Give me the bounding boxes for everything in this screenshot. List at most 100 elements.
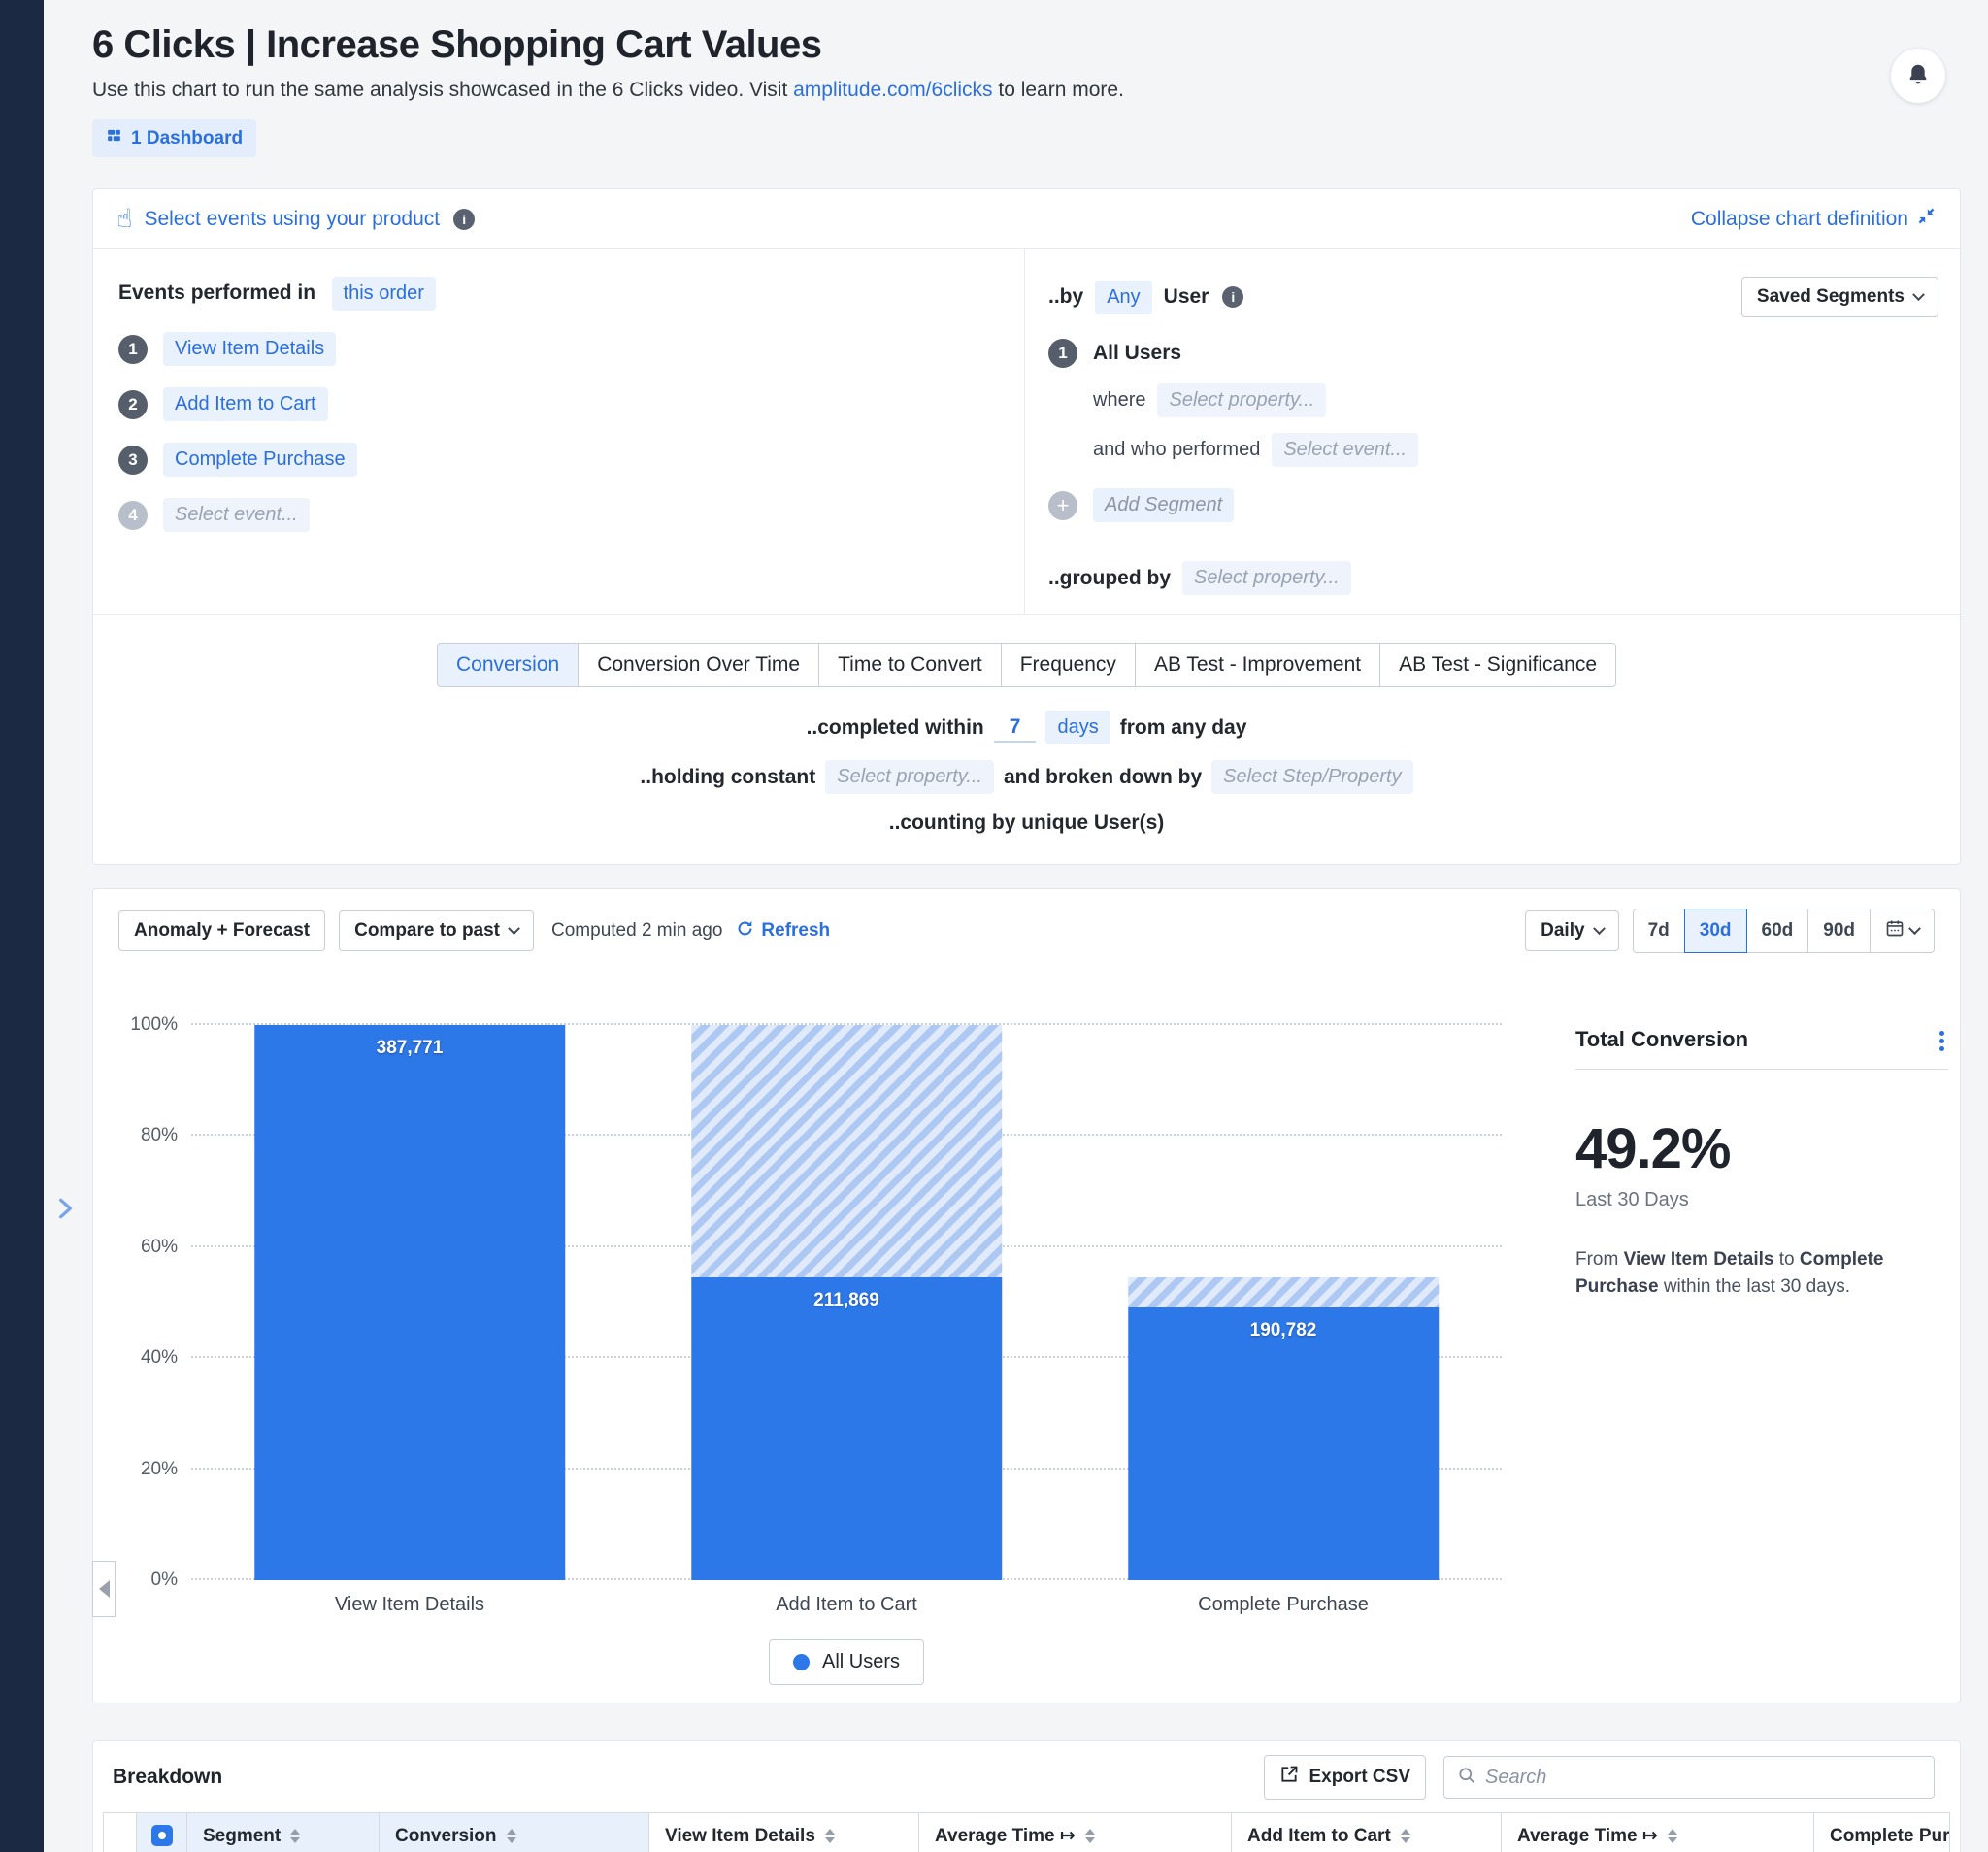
range-7d-button[interactable]: 7d	[1633, 909, 1685, 953]
any-user-chip[interactable]: Any	[1095, 281, 1151, 314]
counting-by-label: ..counting by unique User(s)	[889, 811, 1165, 835]
notifications-button[interactable]	[1891, 49, 1945, 103]
grouped-by-property-chip[interactable]: Select property...	[1182, 561, 1351, 595]
anomaly-forecast-button[interactable]: Anomaly + Forecast	[118, 910, 325, 951]
search-icon	[1457, 1766, 1476, 1790]
calendar-icon	[1885, 918, 1905, 943]
breakdown-search	[1443, 1756, 1935, 1799]
performed-label: and who performed	[1093, 439, 1260, 461]
funnel-slot: 211,869	[628, 1025, 1065, 1580]
event-order-chip[interactable]: this order	[332, 277, 436, 311]
collapse-chart-definition-link[interactable]: Collapse chart definition	[1691, 206, 1937, 232]
column-header-complete-purchase[interactable]: Complete Purchase	[1814, 1813, 1950, 1852]
tab-ab-test-significance[interactable]: AB Test - Significance	[1379, 643, 1616, 687]
event-step: 2 Add Item to Cart	[118, 387, 1005, 421]
holding-property-chip[interactable]: Select property...	[825, 760, 994, 794]
tab-time-to-convert[interactable]: Time to Convert	[818, 643, 1002, 687]
dashboard-badge[interactable]: 1 Dashboard	[92, 119, 256, 157]
select-events-link[interactable]: Select events using your product	[144, 208, 440, 231]
range-90d-button[interactable]: 90d	[1807, 909, 1871, 953]
tab-ab-test-improvement[interactable]: AB Test - Improvement	[1135, 643, 1380, 687]
series-color-header[interactable]	[137, 1813, 187, 1852]
sort-icon	[290, 1829, 300, 1843]
segments-panel: ..by Any User i Saved Segments 1 All Use…	[1025, 249, 1960, 614]
total-conversion-title: Total Conversion	[1575, 1027, 1748, 1052]
x-axis-label: Complete Purchase	[1065, 1594, 1502, 1616]
event-chip[interactable]: View Item Details	[163, 332, 336, 366]
segment-name[interactable]: All Users	[1093, 342, 1181, 365]
divider	[1575, 1069, 1948, 1070]
computed-timestamp: Computed 2 min ago	[551, 920, 722, 942]
where-label: where	[1093, 389, 1145, 412]
funnel-slot: 190,782	[1065, 1025, 1502, 1580]
custom-date-button[interactable]	[1870, 909, 1935, 953]
series-swatch-icon[interactable]	[151, 1825, 173, 1846]
funnel-bar[interactable]: 211,869	[691, 1277, 1002, 1580]
event-step: 3 Complete Purchase	[118, 443, 1005, 477]
column-header-average-time-2[interactable]: Average Time ↦	[1502, 1813, 1814, 1852]
range-60d-button[interactable]: 60d	[1746, 909, 1809, 953]
column-header-view-item-details[interactable]: View Item Details	[649, 1813, 919, 1852]
funnel-bar[interactable]: 190,782	[1128, 1307, 1439, 1580]
info-icon[interactable]: i	[453, 209, 475, 230]
window-value-input[interactable]: 7	[994, 713, 1037, 743]
gutter-cell	[104, 1813, 137, 1852]
holding-constant-label: ..holding constant	[640, 766, 815, 789]
funnel-plot: 100% 80% 60% 40% 20% 0% 387,771 211,869	[191, 1025, 1502, 1580]
chevron-down-icon	[1912, 288, 1925, 301]
select-event-chip[interactable]: Select event...	[163, 498, 310, 532]
breakdown-title: Breakdown	[113, 1766, 222, 1789]
x-axis-label: View Item Details	[191, 1594, 628, 1616]
kebab-menu-icon[interactable]	[1936, 1027, 1948, 1055]
search-input[interactable]	[1485, 1767, 1921, 1789]
add-segment-chip[interactable]: Add Segment	[1093, 488, 1234, 522]
saved-segments-button[interactable]: Saved Segments	[1741, 277, 1938, 317]
funnel-dropoff-area	[1128, 1277, 1439, 1307]
tab-conversion[interactable]: Conversion	[437, 643, 579, 687]
chevron-down-icon	[1593, 922, 1606, 935]
window-unit-chip[interactable]: days	[1045, 711, 1110, 744]
range-30d-button[interactable]: 30d	[1684, 909, 1747, 953]
main-content: 6 Clicks | Increase Shopping Cart Values…	[44, 0, 1988, 1852]
export-icon	[1279, 1765, 1299, 1790]
funnel-dropoff-area	[691, 1025, 1002, 1277]
arrow-left-icon	[99, 1580, 110, 1598]
chart-definition-card: ☝ Select events using your product i Col…	[92, 188, 1961, 865]
event-chip[interactable]: Add Item to Cart	[163, 387, 328, 421]
x-axis-label: Add Item to Cart	[628, 1594, 1065, 1616]
column-header-add-item-to-cart[interactable]: Add Item to Cart	[1232, 1813, 1502, 1852]
legend-all-users[interactable]: All Users	[769, 1639, 924, 1685]
total-conversion-value: 49.2%	[1575, 1116, 1948, 1181]
funnel-chart-card: Anomaly + Forecast Compare to past Compu…	[92, 888, 1961, 1703]
info-icon[interactable]: i	[1222, 286, 1243, 308]
broken-down-by-label: and broken down by	[1004, 766, 1202, 789]
where-property-chip[interactable]: Select property...	[1157, 383, 1326, 417]
breakdown-card: Breakdown Export CSV Segment Convers	[92, 1740, 1961, 1852]
export-csv-button[interactable]: Export CSV	[1264, 1755, 1426, 1800]
column-header-average-time-1[interactable]: Average Time ↦	[919, 1813, 1232, 1852]
compare-to-past-button[interactable]: Compare to past	[339, 910, 534, 951]
total-conversion-period: Last 30 Days	[1575, 1189, 1948, 1211]
chevron-down-icon	[1908, 922, 1921, 935]
breakdown-step-chip[interactable]: Select Step/Property	[1211, 760, 1412, 794]
six-clicks-link[interactable]: amplitude.com/6clicks	[793, 79, 992, 101]
tab-frequency[interactable]: Frequency	[1001, 643, 1136, 687]
chart-pan-left-button[interactable]	[92, 1561, 116, 1617]
funnel-bar[interactable]: 387,771	[254, 1025, 565, 1580]
total-conversion-description: From View Item Details to Complete Purch…	[1575, 1246, 1910, 1300]
plus-icon[interactable]: +	[1048, 491, 1077, 520]
page-subtitle: Use this chart to run the same analysis …	[92, 79, 1961, 102]
sort-icon	[1401, 1829, 1410, 1843]
column-header-segment[interactable]: Segment	[187, 1813, 380, 1852]
performed-event-chip[interactable]: Select event...	[1272, 433, 1418, 467]
collapse-icon	[1916, 206, 1937, 232]
refresh-link[interactable]: Refresh	[736, 919, 830, 943]
chart-type-tabs: Conversion Conversion Over Time Time to …	[437, 643, 1616, 687]
event-chip[interactable]: Complete Purchase	[163, 443, 357, 477]
add-segment-row: + Add Segment	[1048, 488, 1938, 522]
granularity-button[interactable]: Daily	[1525, 910, 1618, 951]
from-any-day-label: from any day	[1120, 716, 1247, 740]
tab-conversion-over-time[interactable]: Conversion Over Time	[578, 643, 819, 687]
user-label: User	[1164, 285, 1209, 309]
column-header-conversion[interactable]: Conversion	[380, 1813, 649, 1852]
